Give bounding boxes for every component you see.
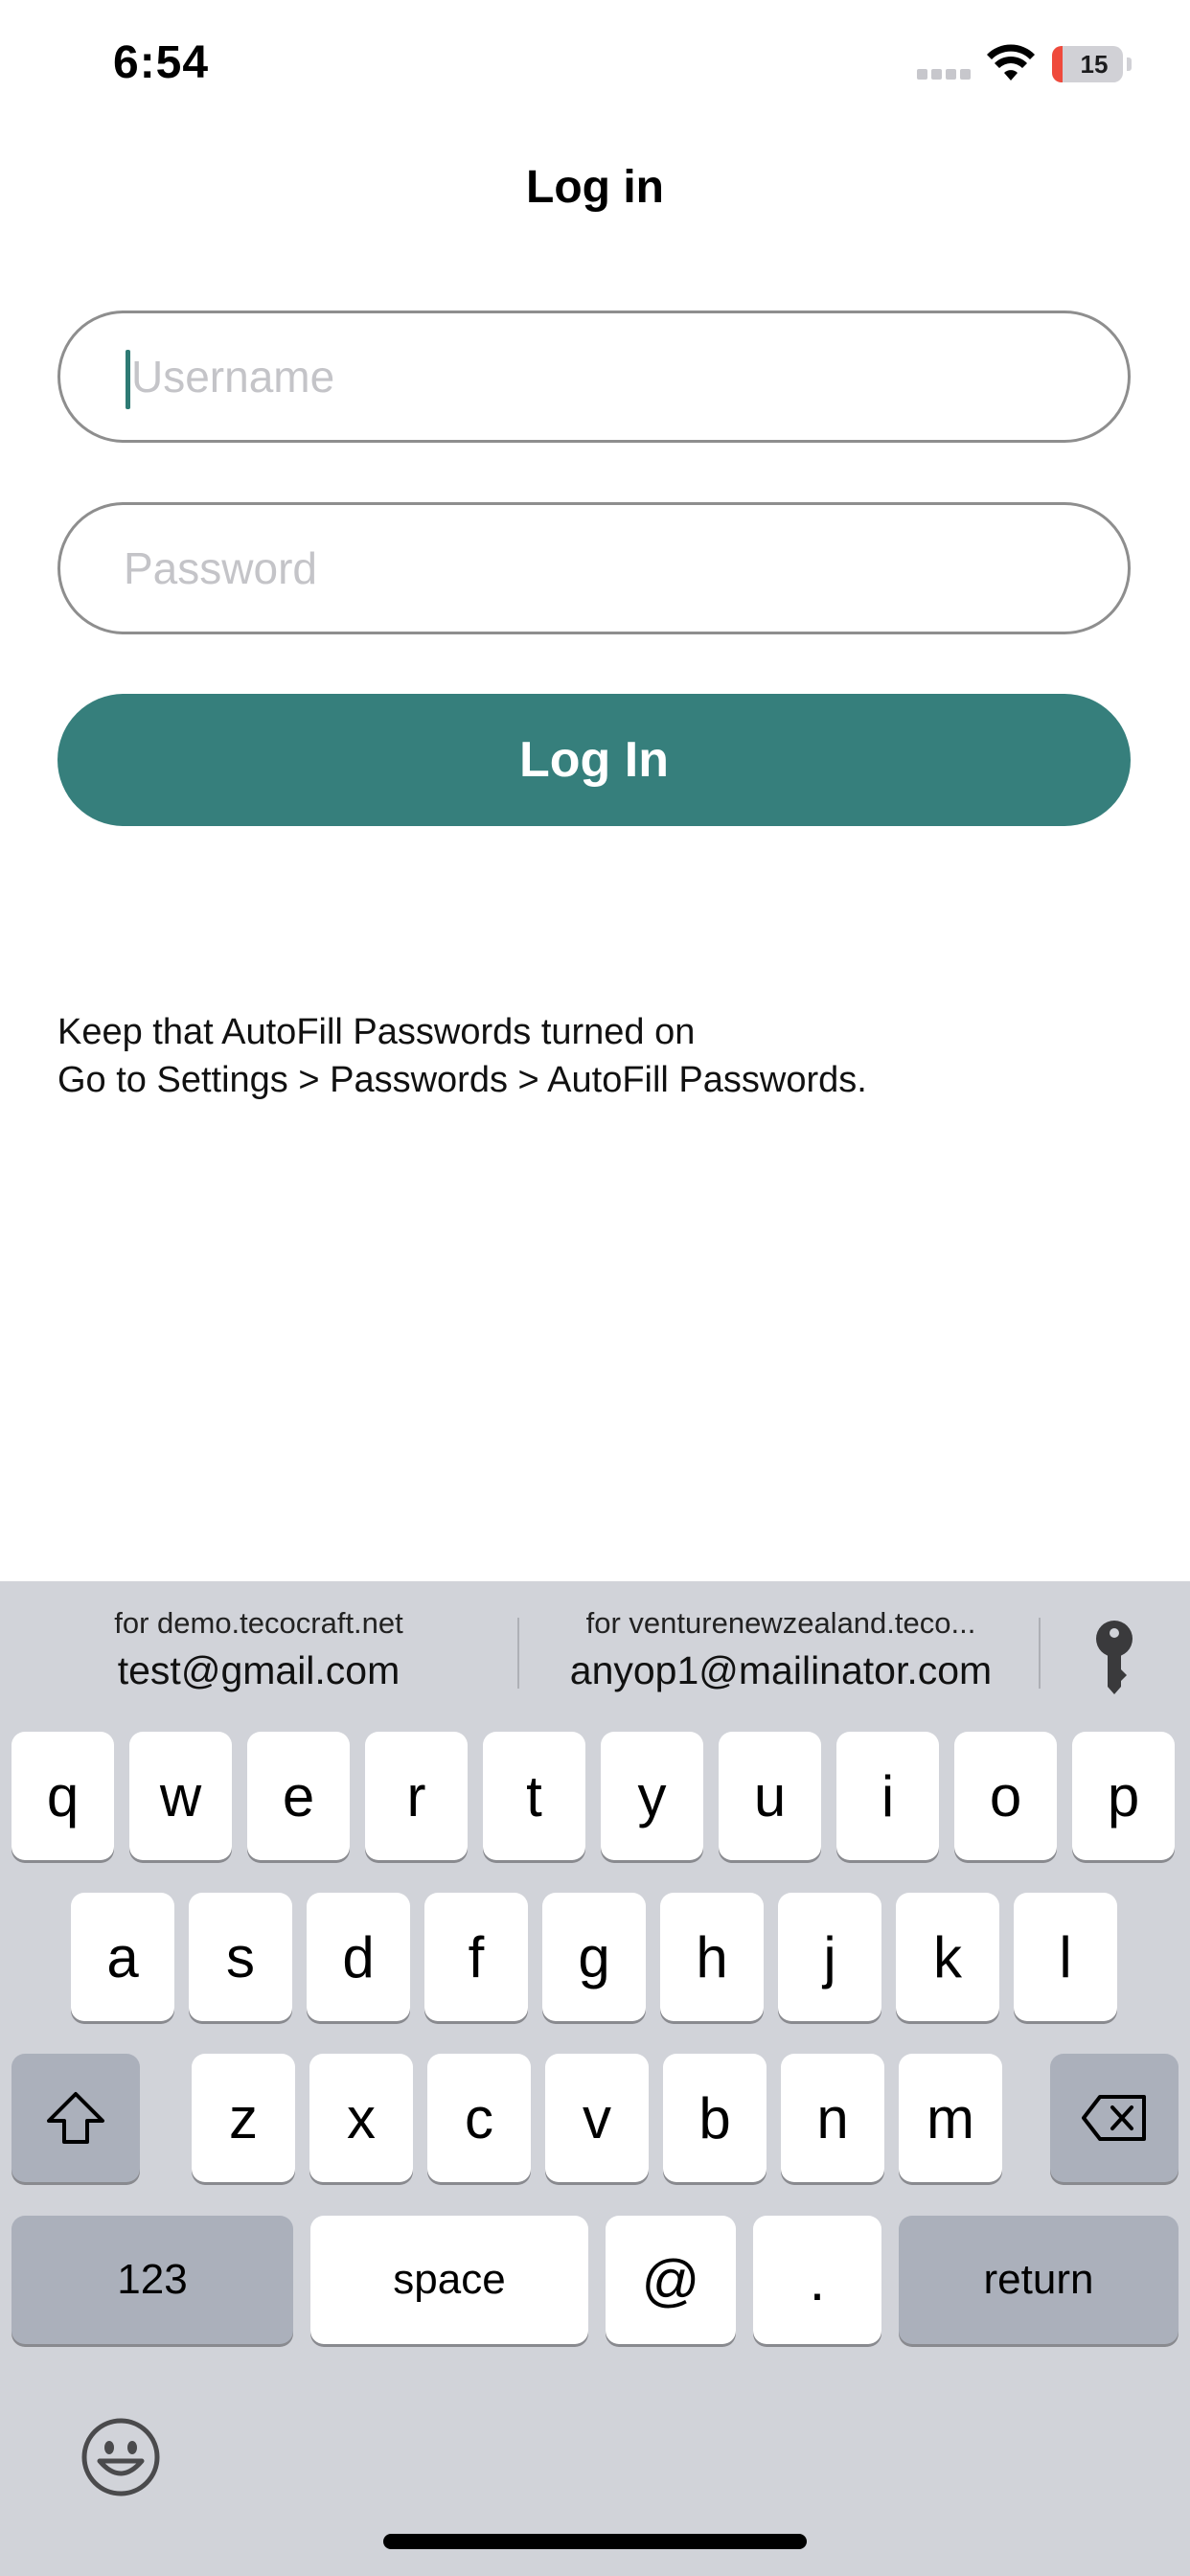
cellular-signal-icon — [917, 69, 973, 80]
wifi-icon — [987, 44, 1035, 80]
autofill-hint: Keep that AutoFill Passwords turned on G… — [57, 1008, 867, 1104]
hint-line-1: Keep that AutoFill Passwords turned on — [57, 1012, 696, 1052]
password-field-container[interactable] — [57, 502, 1131, 634]
key-m[interactable]: m — [899, 2054, 1002, 2182]
suggestion-divider — [517, 1618, 519, 1689]
key-v[interactable]: v — [545, 2054, 649, 2182]
key-b[interactable]: b — [663, 2054, 767, 2182]
keyboard: for demo.tecocraft.net test@gmail.com fo… — [0, 1581, 1190, 2576]
key-r[interactable]: r — [365, 1732, 468, 1860]
backspace-icon — [1082, 2095, 1146, 2141]
key-j[interactable]: j — [778, 1893, 881, 2021]
key-h[interactable]: h — [660, 1893, 764, 2021]
dot-key[interactable]: . — [753, 2216, 881, 2344]
key-c[interactable]: c — [427, 2054, 531, 2182]
at-key[interactable]: @ — [606, 2216, 736, 2344]
key-t[interactable]: t — [483, 1732, 585, 1860]
key-u[interactable]: u — [719, 1732, 821, 1860]
key-i[interactable]: i — [836, 1732, 939, 1860]
autofill-suggestion[interactable]: for demo.tecocraft.net test@gmail.com — [57, 1606, 460, 1693]
battery-icon: 15 — [1052, 46, 1123, 82]
key-a[interactable]: a — [71, 1893, 174, 2021]
autofill-suggestion[interactable]: for venturenewzealand.teco... anyop1@mai… — [537, 1606, 1025, 1693]
username-input[interactable] — [131, 313, 1089, 440]
hint-line-2: Go to Settings > Passwords > AutoFill Pa… — [57, 1060, 867, 1100]
suggestion-email: test@gmail.com — [117, 1648, 400, 1692]
key-n[interactable]: n — [781, 2054, 884, 2182]
username-field-container[interactable] — [57, 310, 1131, 443]
space-key[interactable]: space — [310, 2216, 588, 2344]
key-y[interactable]: y — [601, 1732, 703, 1860]
battery-tip — [1127, 58, 1132, 71]
suggestion-site: for demo.tecocraft.net — [114, 1606, 403, 1640]
key-p[interactable]: p — [1072, 1732, 1175, 1860]
shift-key[interactable] — [11, 2054, 140, 2182]
shift-icon — [47, 2092, 104, 2144]
battery-level: 15 — [1080, 50, 1109, 79]
emoji-icon[interactable] — [80, 2417, 161, 2497]
key-l[interactable]: l — [1014, 1893, 1117, 2021]
suggestion-site: for venturenewzealand.teco... — [585, 1606, 976, 1640]
numbers-key[interactable]: 123 — [11, 2216, 293, 2344]
key-x[interactable]: x — [309, 2054, 413, 2182]
key-g[interactable]: g — [542, 1893, 646, 2021]
key-w[interactable]: w — [129, 1732, 232, 1860]
key-e[interactable]: e — [247, 1732, 350, 1860]
key-f[interactable]: f — [424, 1893, 528, 2021]
key-s[interactable]: s — [189, 1893, 292, 2021]
suggestion-divider — [1039, 1618, 1041, 1689]
key-icon[interactable] — [1092, 1620, 1136, 1696]
password-input[interactable] — [124, 505, 1089, 632]
text-cursor — [126, 350, 130, 409]
login-button[interactable]: Log In — [57, 694, 1131, 826]
return-key[interactable]: return — [899, 2216, 1179, 2344]
key-k[interactable]: k — [896, 1893, 999, 2021]
backspace-key[interactable] — [1050, 2054, 1179, 2182]
autofill-suggestion-bar: for demo.tecocraft.net test@gmail.com fo… — [0, 1581, 1190, 1706]
home-indicator — [383, 2534, 807, 2549]
suggestion-email: anyop1@mailinator.com — [569, 1648, 993, 1692]
key-o[interactable]: o — [954, 1732, 1057, 1860]
page-title: Log in — [526, 162, 664, 213]
key-d[interactable]: d — [307, 1893, 410, 2021]
key-q[interactable]: q — [11, 1732, 114, 1860]
key-z[interactable]: z — [192, 2054, 295, 2182]
status-time: 6:54 — [113, 37, 210, 88]
status-bar: 6:54 15 — [0, 0, 1190, 134]
